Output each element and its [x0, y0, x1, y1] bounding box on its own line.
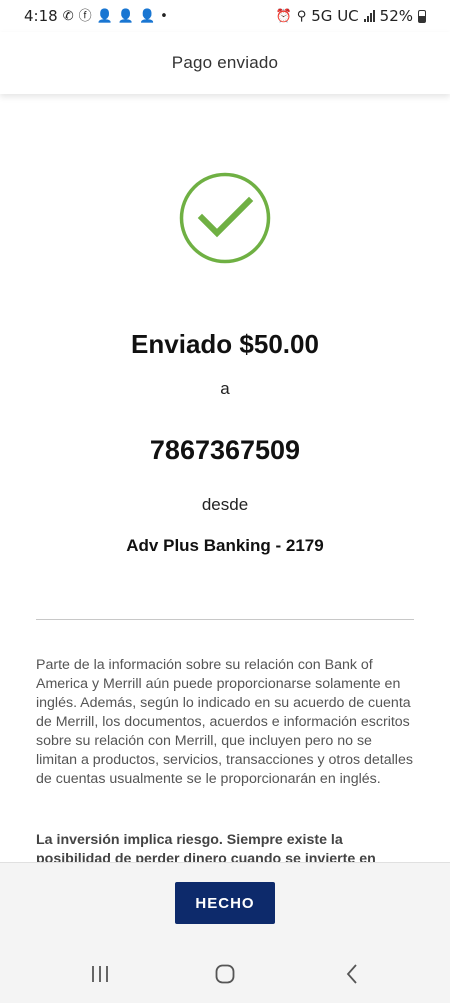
source-account: Adv Plus Banking - 2179 — [126, 536, 324, 555]
disclaimer-text: Parte de la información sobre su relació… — [36, 657, 413, 787]
bottom-action-bar: HECHO — [0, 862, 450, 946]
status-right: ⏰ ⚲ 5G UC 52% — [276, 7, 426, 25]
signal-icon — [363, 10, 375, 22]
divider — [36, 619, 414, 620]
facebook-icon: ⓕ — [78, 8, 92, 24]
from-label: desde — [201, 495, 249, 514]
person-add-icon-2: 👤 — [117, 8, 134, 24]
battery-percent: 52% — [379, 7, 413, 25]
network-label: 5G UC — [311, 7, 359, 25]
back-icon[interactable] — [339, 962, 365, 986]
screen: 4:18 ✆ ⓕ 👤 👤 👤 • ⏰ ⚲ 5G UC 52% Pago envi… — [0, 0, 450, 1003]
status-time: 4:18 — [24, 7, 58, 25]
recipient-phone: 7867367509 — [149, 435, 301, 465]
header: Pago enviado — [0, 32, 450, 94]
home-icon[interactable] — [212, 962, 238, 986]
alarm-icon: ⏰ — [275, 8, 292, 24]
battery-icon — [418, 9, 426, 23]
whatsapp-icon: ✆ — [62, 8, 74, 24]
check-circle-icon — [179, 172, 271, 264]
risk-disclaimer: La inversión implica riesgo. Siempre exi… — [36, 832, 376, 862]
location-icon: ⚲ — [296, 8, 307, 24]
dot-icon: • — [160, 8, 168, 24]
status-left: 4:18 ✆ ⓕ 👤 👤 👤 • — [24, 7, 168, 25]
confirmation-content: Enviado $50.00 a 7867367509 desde Adv Pl… — [0, 94, 450, 862]
person-add-icon: 👤 — [96, 8, 113, 24]
system-nav-bar — [0, 946, 450, 1003]
person-add-icon-3: 👤 — [138, 8, 156, 24]
recent-apps-icon[interactable] — [87, 962, 113, 986]
done-button[interactable]: HECHO — [175, 882, 275, 924]
page-title: Pago enviado — [171, 53, 279, 72]
sent-amount: Enviado $50.00 — [131, 329, 319, 359]
status-bar: 4:18 ✆ ⓕ 👤 👤 👤 • ⏰ ⚲ 5G UC 52% — [0, 0, 450, 32]
to-label: a — [220, 379, 230, 398]
